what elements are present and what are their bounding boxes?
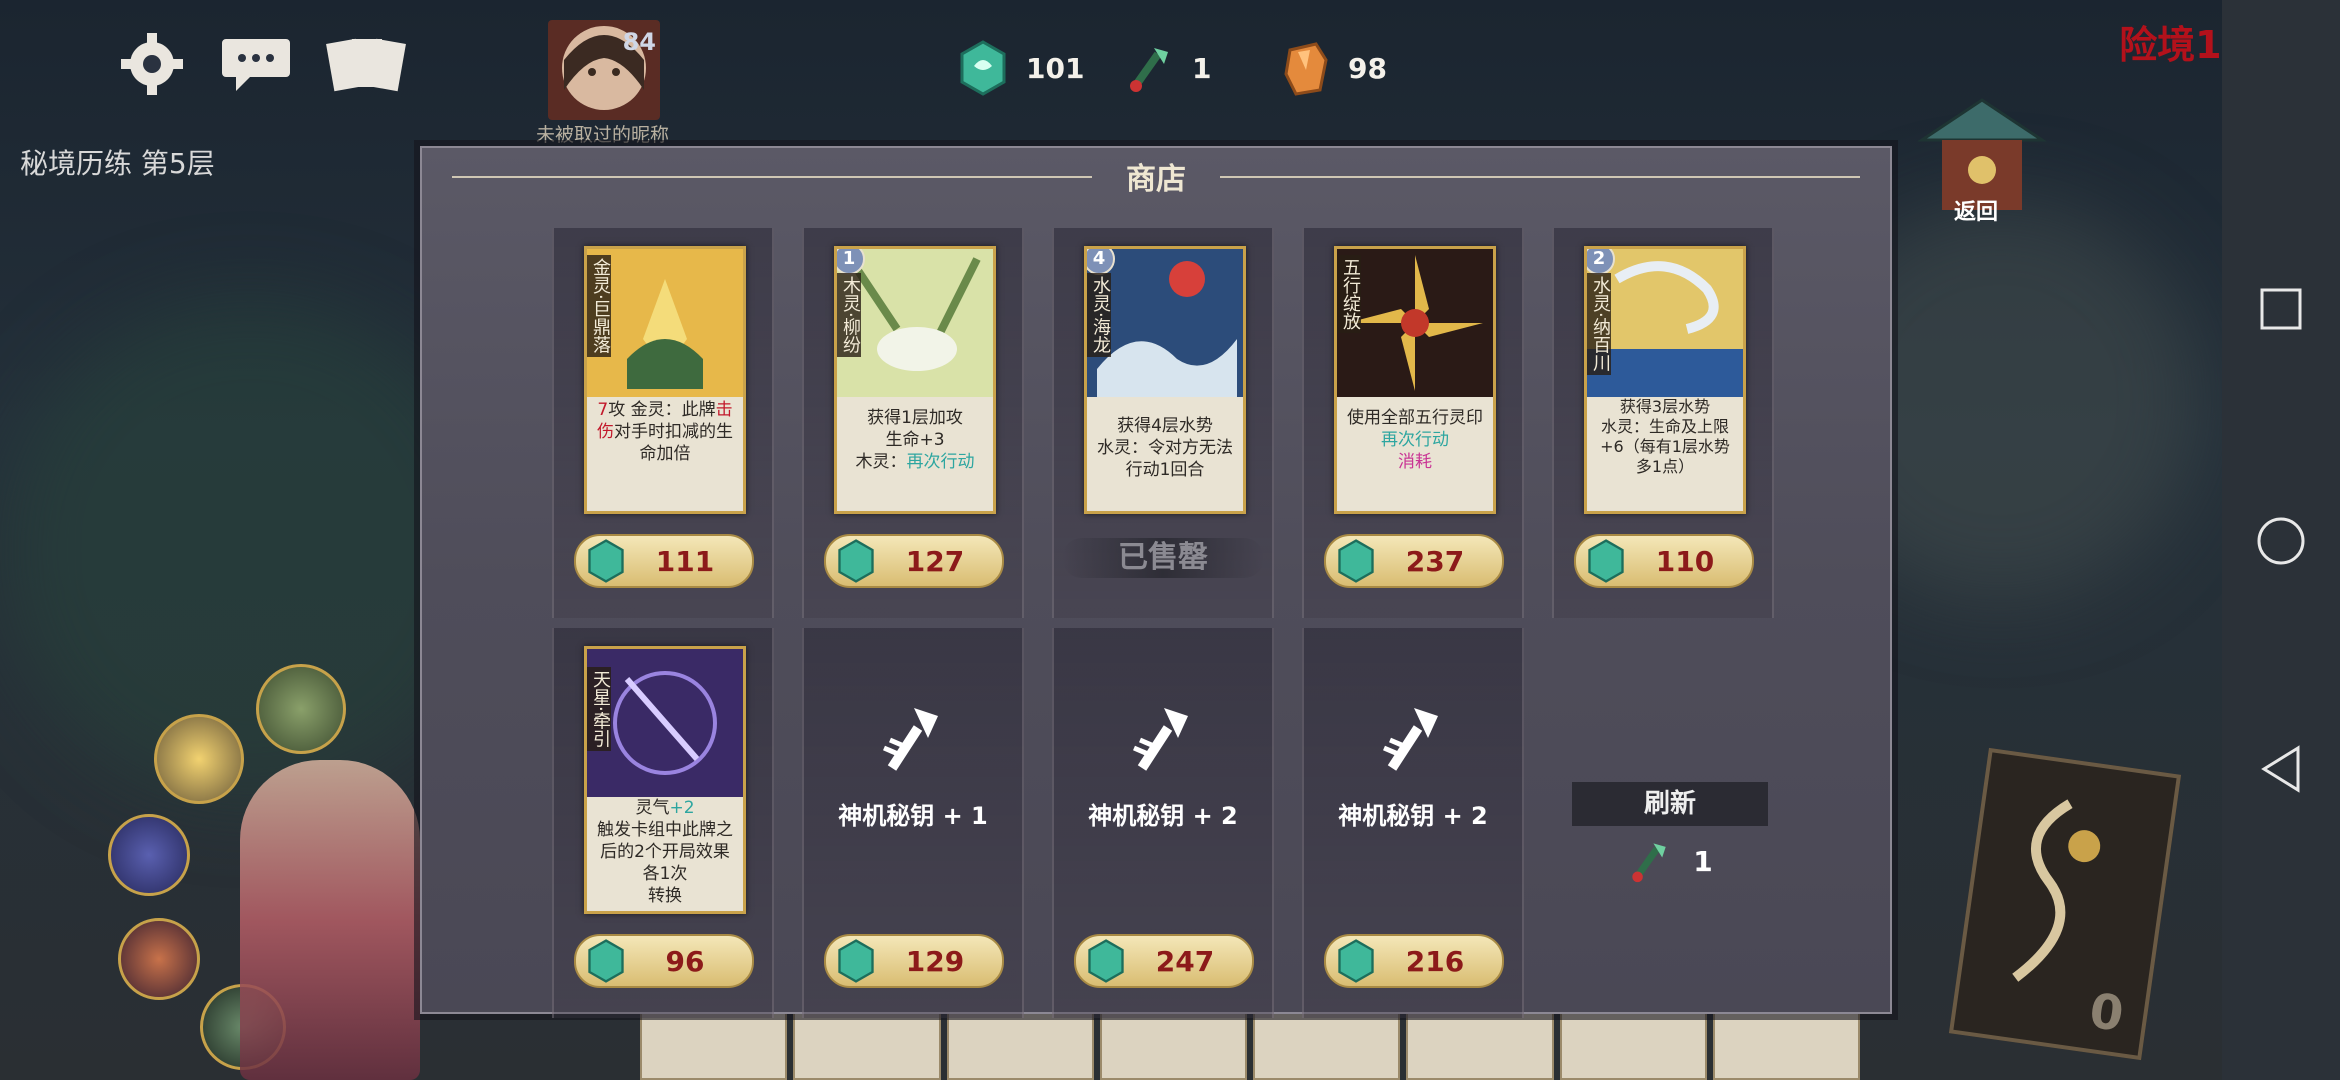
key-item[interactable]: 神机秘钥 + 2 — [1304, 698, 1522, 831]
shop-card[interactable]: 五行绽放 使用全部五行灵印 再次行动 消耗 — [1334, 246, 1496, 514]
resource-key: 1 — [1124, 40, 1211, 96]
refresh-cost: 1 — [1693, 844, 1713, 878]
skill-orb[interactable] — [118, 918, 200, 1000]
player-nickname: 未被取过的昵称 — [536, 124, 670, 146]
green-gem-icon — [1588, 539, 1624, 583]
price-button[interactable]: 237 — [1324, 534, 1504, 588]
shop-slot: 4 水灵·海龙 获得4层水势 水灵：令对方无法行动1回合 已售罄 — [1052, 228, 1274, 618]
green-gem-icon — [588, 939, 624, 983]
card-description: 灵气+2 触发卡组中此牌之后的2个开局效果各1次 转换 — [597, 798, 733, 906]
card-name: 水灵·海龙 — [1087, 273, 1111, 357]
sold-out-label: 已售罄 — [1062, 538, 1264, 578]
mystic-key-icon — [1383, 708, 1438, 771]
mystic-key-icon — [883, 708, 938, 771]
skill-orb[interactable] — [108, 814, 190, 896]
recent-apps-icon[interactable] — [2256, 284, 2306, 334]
player-avatar[interactable]: 84 — [548, 20, 660, 120]
card-name: 水灵·纳百川 — [1587, 273, 1611, 375]
mystic-key-icon — [1632, 843, 1666, 883]
key-item-label: 神机秘钥 + 2 — [1088, 802, 1238, 830]
deck-art-icon — [2012, 799, 2101, 982]
green-gem-icon — [1088, 939, 1124, 983]
shop-slot: 神机秘钥 + 2 247 — [1052, 628, 1274, 1018]
price-button[interactable]: 96 — [574, 934, 754, 988]
back-icon[interactable] — [2256, 742, 2306, 796]
shop-slot: 1 木灵·柳纷 获得1层加攻 生命+3 木灵：再次行动 127 — [802, 228, 1024, 618]
price-value: 216 — [1405, 944, 1465, 978]
shop-card[interactable]: 天星·牵引 灵气+2 触发卡组中此牌之后的2个开局效果各1次 转换 — [584, 646, 746, 914]
price-value: 96 — [665, 944, 705, 978]
shop-card[interactable]: 2 水灵·纳百川 获得3层水势 水灵：生命及上限+6（每有1层水势多1点） — [1584, 246, 1746, 514]
key-item-label: 神机秘钥 + 2 — [1338, 802, 1488, 830]
skill-orb[interactable] — [154, 714, 244, 804]
character-portrait — [240, 760, 420, 1080]
gem-count: 101 — [1026, 51, 1085, 85]
key-item[interactable]: 神机秘钥 + 1 — [804, 698, 1022, 831]
key-count: 1 — [1192, 51, 1212, 85]
card-name: 金灵·巨鼎落 — [587, 255, 611, 357]
deck-count: 0 — [2086, 982, 2127, 1043]
shop-slot: 天星·牵引 灵气+2 触发卡组中此牌之后的2个开局效果各1次 转换 96 — [552, 628, 774, 1018]
amber-count: 98 — [1348, 51, 1387, 85]
amber-stone-icon — [1284, 42, 1328, 96]
card-name: 木灵·柳纷 — [837, 273, 861, 357]
floor-indicator: 秘境历练 第5层 — [20, 147, 215, 180]
price-button[interactable]: 127 — [824, 534, 1004, 588]
card-deck-icon[interactable] — [320, 24, 410, 104]
green-gem-icon — [960, 40, 1006, 96]
price-value: 237 — [1405, 544, 1465, 578]
shop-slot: 神机秘钥 + 2 216 — [1302, 628, 1524, 1018]
green-gem-icon — [838, 939, 874, 983]
shop-card[interactable]: 1 木灵·柳纷 获得1层加攻 生命+3 木灵：再次行动 — [834, 246, 996, 514]
mystic-key-icon — [1133, 708, 1188, 771]
shop-card-sold: 4 水灵·海龙 获得4层水势 水灵：令对方无法行动1回合 — [1084, 246, 1246, 514]
shop-panel: 商店 金灵·巨鼎落 7攻 金灵：此牌击伤对手时扣减的生命加倍 111 1 木灵·… — [420, 146, 1892, 1018]
card-name: 五行绽放 — [1337, 255, 1361, 333]
card-description: 7攻 金灵：此牌击伤对手时扣减的生命加倍 — [597, 400, 733, 464]
price-value: 110 — [1655, 544, 1715, 578]
refresh-button[interactable]: 刷新 1 — [1572, 782, 1768, 886]
green-gem-icon — [588, 539, 624, 583]
card-name: 天星·牵引 — [587, 667, 611, 751]
green-gem-icon — [1338, 539, 1374, 583]
price-value: 129 — [905, 944, 965, 978]
price-value: 111 — [655, 544, 715, 578]
price-button[interactable]: 110 — [1574, 534, 1754, 588]
card-description: 获得1层加攻 生命+3 木灵：再次行动 — [855, 408, 975, 472]
card-description: 获得3层水势 水灵：生命及上限+6（每有1层水势多1点） — [1600, 397, 1730, 476]
resource-amber: 98 — [1280, 40, 1387, 96]
shop-card[interactable]: 金灵·巨鼎落 7攻 金灵：此牌击伤对手时扣减的生命加倍 — [584, 246, 746, 514]
card-description: 获得4层水势 水灵：令对方无法行动1回合 — [1097, 416, 1233, 480]
resource-gem: 101 — [958, 40, 1084, 96]
home-icon[interactable] — [2254, 514, 2308, 568]
chat-bubble-icon[interactable] — [216, 24, 296, 104]
price-button[interactable]: 216 — [1324, 934, 1504, 988]
price-button[interactable]: 247 — [1074, 934, 1254, 988]
shop-slot: 金灵·巨鼎落 7攻 金灵：此牌击伤对手时扣减的生命加倍 111 — [552, 228, 774, 618]
mystic-key-icon — [1130, 48, 1168, 92]
shop-slot: 2 水灵·纳百川 获得3层水势 水灵：生命及上限+6（每有1层水势多1点） 11… — [1552, 228, 1774, 618]
refresh-label: 刷新 — [1572, 782, 1768, 826]
avatar-level-badge: 84 — [622, 28, 656, 56]
return-label: 返回 — [1954, 200, 1999, 225]
green-gem-icon — [838, 539, 874, 583]
system-nav-bar — [2222, 0, 2340, 1080]
price-button[interactable]: 111 — [574, 534, 754, 588]
shop-slot: 神机秘钥 + 1 129 — [802, 628, 1024, 1018]
settings-gear-icon[interactable] — [112, 24, 192, 104]
green-gem-icon — [1338, 939, 1374, 983]
price-button[interactable]: 129 — [824, 934, 1004, 988]
skill-orb[interactable] — [256, 664, 346, 754]
deck-pile[interactable]: 0 — [1948, 747, 2182, 1061]
key-item[interactable]: 神机秘钥 + 2 — [1054, 698, 1272, 831]
return-button[interactable]: 返回 — [1912, 90, 2052, 230]
price-value: 247 — [1155, 944, 1215, 978]
shop-title: 商店 — [1126, 162, 1186, 197]
key-item-label: 神机秘钥 + 1 — [838, 802, 988, 830]
price-value: 127 — [905, 544, 965, 578]
card-description: 使用全部五行灵印 再次行动 消耗 — [1347, 408, 1483, 472]
shop-slot: 五行绽放 使用全部五行灵印 再次行动 消耗 237 — [1302, 228, 1524, 618]
